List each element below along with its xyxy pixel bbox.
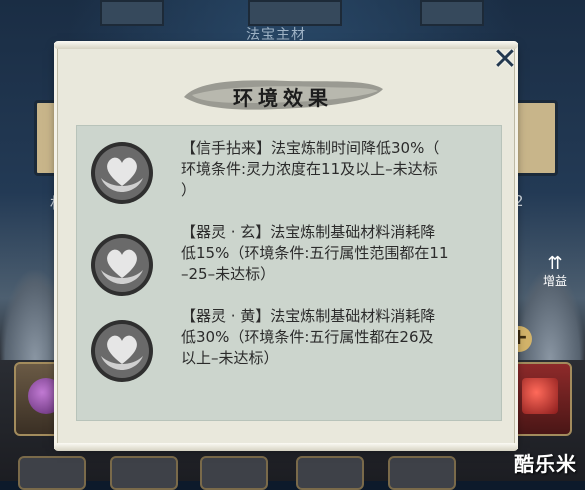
top-slot: [100, 0, 164, 26]
effect-item: 【器灵 · 玄】法宝炼制基础材料消耗降 低15%（环境条件:五行属性范围都在11…: [77, 222, 501, 312]
up-arrows-icon: ⇈: [547, 253, 563, 274]
effect-line: 【信手拈来】法宝炼制时间降低30%（: [181, 139, 440, 157]
right-slot-label: 2: [514, 192, 524, 210]
treasure-icon: [522, 378, 558, 414]
bottom-item[interactable]: [110, 456, 178, 490]
effect-line: 环境条件:灵力浓度在11及以上–未达标: [181, 160, 438, 178]
heart-hands-icon: [91, 320, 153, 382]
scroll-roll-top: [54, 41, 518, 49]
boost-button[interactable]: ⇈ 增益: [540, 253, 570, 289]
boost-label: 增益: [542, 274, 567, 288]
top-slot: [420, 0, 484, 26]
heart-hands-icon: [91, 234, 153, 296]
effect-description: 【器灵 · 玄】法宝炼制基础材料消耗降 低15%（环境条件:五行属性范围都在11…: [181, 222, 499, 285]
item-slot[interactable]: [508, 362, 572, 436]
effect-line: 【器灵 · 黄】法宝炼制基础材料消耗降: [181, 307, 436, 325]
effect-description: 【信手拈来】法宝炼制时间降低30%（ 环境条件:灵力浓度在11及以上–未达标 ）: [181, 138, 499, 201]
dialog-title: 环境效果: [233, 86, 333, 110]
effects-list: 【信手拈来】法宝炼制时间降低30%（ 环境条件:灵力浓度在11及以上–未达标 ）…: [76, 125, 502, 421]
bottom-item[interactable]: [388, 456, 456, 490]
effect-line: ）: [181, 181, 197, 199]
bottom-item[interactable]: [296, 456, 364, 490]
environment-effects-dialog: ✕ 环境效果 【信手拈来】法宝炼制时间降低30%（ 环境条件:灵力浓度在11及以…: [54, 41, 518, 451]
title-banner: 环境效果: [178, 71, 388, 117]
bottom-item[interactable]: [18, 456, 86, 490]
heart-hands-icon: [91, 142, 153, 204]
close-icon: ✕: [492, 42, 518, 77]
bottom-item[interactable]: [200, 456, 268, 490]
effect-line: 以上–未达标）: [181, 349, 279, 367]
effect-line: 低30%（环境条件:五行属性都在26及: [181, 328, 434, 346]
effect-item: 【信手拈来】法宝炼制时间降低30%（ 环境条件:灵力浓度在11及以上–未达标 ）: [77, 130, 501, 220]
effect-line: –25–未达标）: [181, 265, 276, 283]
effect-description: 【器灵 · 黄】法宝炼制基础材料消耗降 低30%（环境条件:五行属性都在26及 …: [181, 306, 499, 369]
effect-line: 低15%（环境条件:五行属性范围都在11: [181, 244, 449, 262]
scroll-roll-bottom: [54, 443, 518, 451]
watermark: 酷乐米: [514, 452, 577, 476]
close-button[interactable]: ✕: [490, 45, 520, 75]
top-slot: [248, 0, 342, 26]
effect-item: 【器灵 · 黄】法宝炼制基础材料消耗降 低30%（环境条件:五行属性都在26及 …: [77, 306, 501, 396]
effect-line: 【器灵 · 玄】法宝炼制基础材料消耗降: [181, 223, 436, 241]
